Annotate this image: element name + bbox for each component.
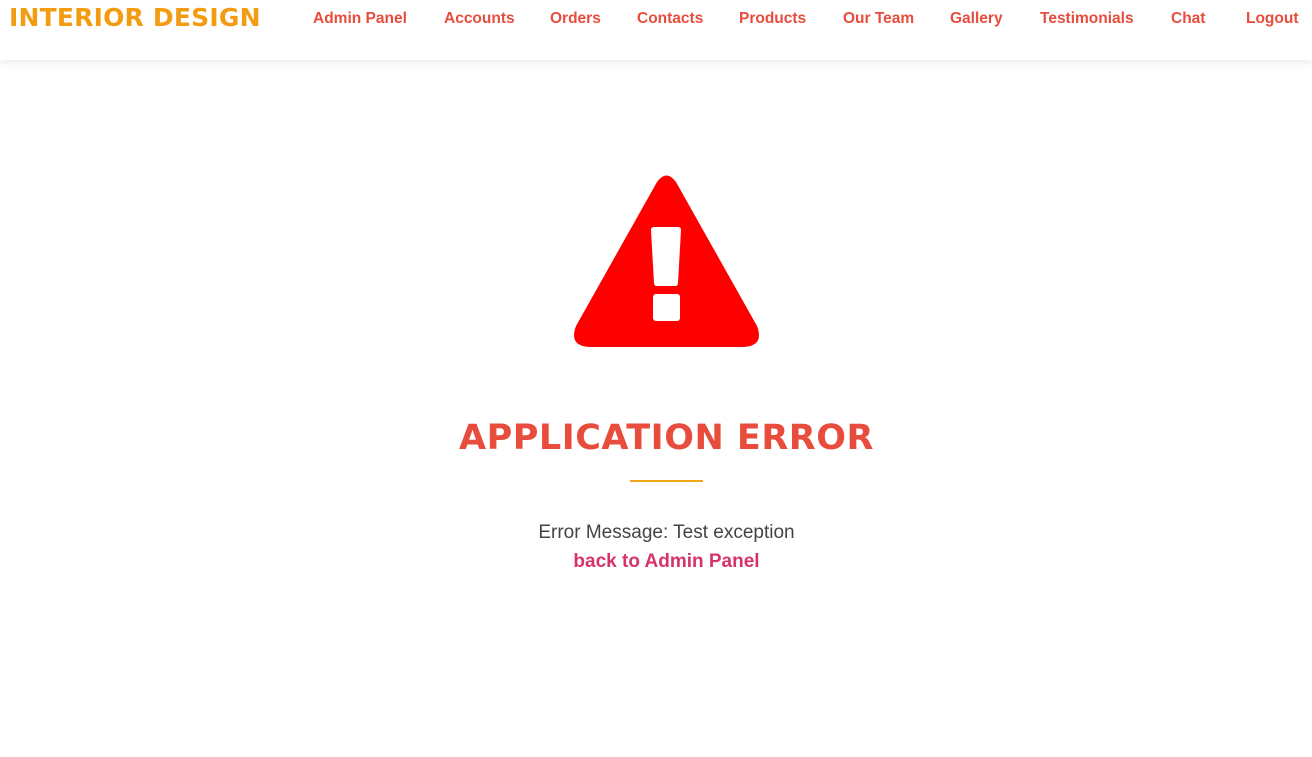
- nav-contacts[interactable]: Contacts: [637, 9, 703, 29]
- nav-admin-panel[interactable]: Admin Panel: [313, 9, 407, 29]
- nav-accounts[interactable]: Accounts: [444, 9, 515, 29]
- nav-orders[interactable]: Orders: [550, 9, 601, 29]
- nav-products[interactable]: Products: [739, 9, 806, 29]
- warning-triangle-icon: [574, 175, 759, 347]
- back-to-admin-panel-link[interactable]: back to Admin Panel: [0, 551, 1312, 573]
- nav-testimonials[interactable]: Testimonials: [1040, 9, 1134, 29]
- error-message: Error Message: Test exception: [538, 522, 795, 543]
- title-divider: [630, 480, 703, 482]
- error-title: APPLICATION ERROR: [459, 418, 874, 458]
- brand-logo[interactable]: INTERIOR DESIGN: [9, 2, 261, 34]
- top-navbar: INTERIOR DESIGN Admin Panel Accounts Ord…: [0, 0, 1312, 60]
- nav-chat[interactable]: Chat: [1171, 9, 1205, 29]
- nav-gallery[interactable]: Gallery: [950, 9, 1003, 29]
- nav-logout[interactable]: Logout: [1246, 9, 1299, 29]
- nav-our-team[interactable]: Our Team: [843, 9, 914, 29]
